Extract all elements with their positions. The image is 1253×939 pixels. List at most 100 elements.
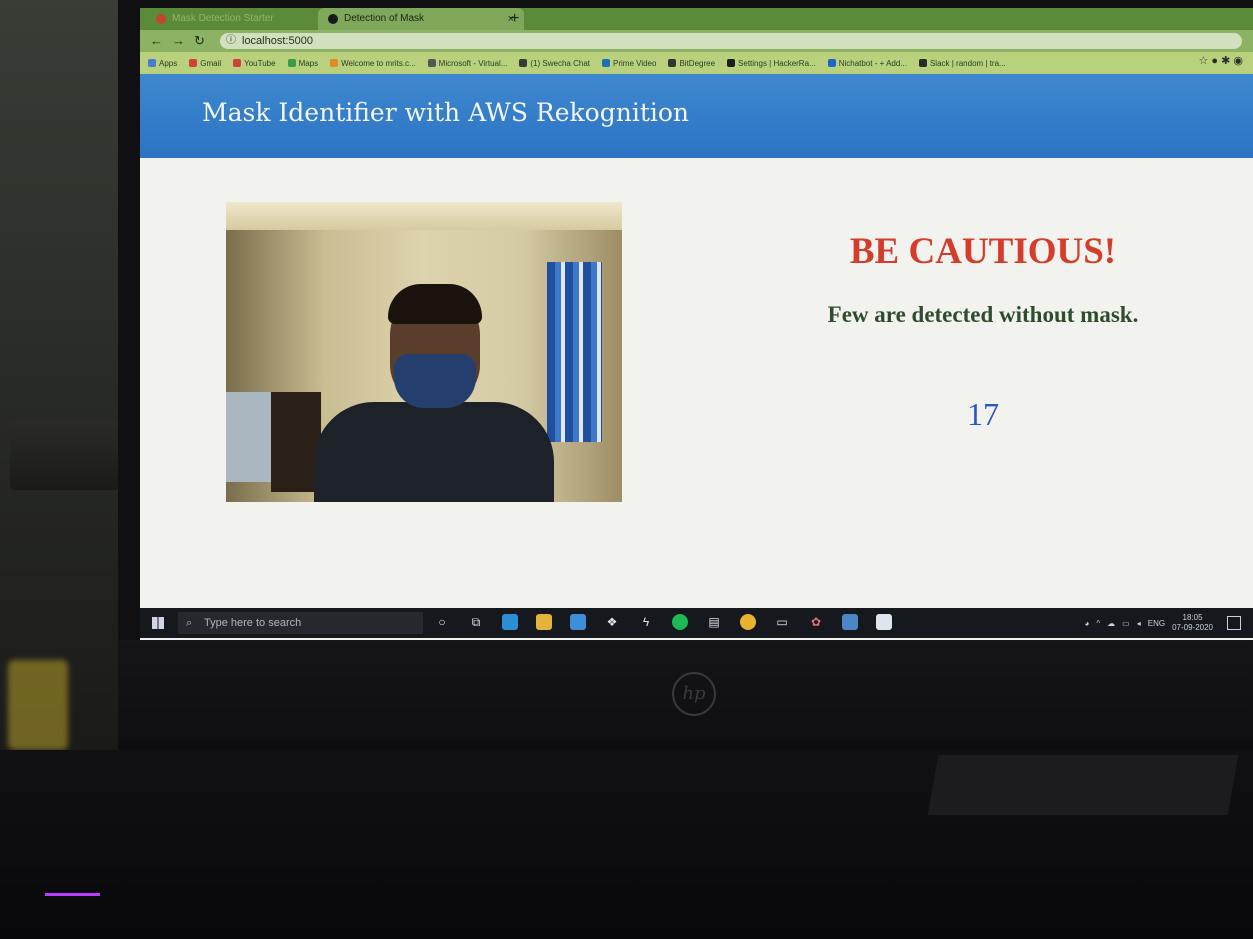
site-header: Mask Identifier with AWS Rekognition — [140, 74, 1253, 158]
curtain — [547, 262, 602, 442]
bookmark-item[interactable]: YouTube — [233, 58, 276, 68]
bookmark-item[interactable]: Apps — [148, 59, 177, 68]
file-explorer-icon[interactable] — [536, 614, 552, 630]
bookmark-item[interactable]: Slack | random | tra... — [918, 58, 1006, 68]
system-tray: ◕ ^ ☁ ▭ ◂ ENG 18:05 07-09-2020 — [1085, 608, 1213, 638]
bookmark-item[interactable]: Gmail — [189, 59, 221, 68]
notes-icon[interactable] — [842, 614, 858, 630]
bookmark-label: Prime Video — [613, 58, 657, 68]
bookmark-icon — [668, 59, 677, 67]
face-mask — [394, 354, 476, 408]
desk-item — [927, 755, 1239, 815]
battery-icon[interactable]: ▭ — [1122, 619, 1130, 628]
tab-active[interactable]: Detection of Mask × — [318, 8, 524, 30]
bookmark-label: Microsoft - Virtual... — [438, 58, 508, 68]
bookmark-icon — [519, 59, 528, 67]
taskbar-apps: ○ ⧉ ❖ ϟ ▤ ▭ ✿ — [434, 614, 892, 630]
bookmark-item[interactable]: Nichatbot - + Add... — [827, 58, 907, 68]
hp-logo-icon: hp — [672, 672, 716, 716]
bookmark-label: Slack | random | tra... — [929, 58, 1006, 68]
bookmark-label: Maps — [298, 58, 319, 68]
bookmark-icon — [727, 59, 736, 67]
favicon-icon — [328, 14, 338, 24]
bookmark-item[interactable]: Microsoft - Virtual... — [427, 58, 508, 68]
bookmark-icon — [427, 59, 436, 67]
browser-actions: ☆ ● ✱ ◉ — [1198, 54, 1243, 67]
task-view-icon[interactable]: ⧉ — [468, 614, 484, 630]
star-icon[interactable]: ☆ — [1198, 55, 1208, 67]
page-title: Mask Identifier with AWS Rekognition — [202, 98, 690, 127]
extension-icon[interactable]: ● — [1211, 55, 1218, 67]
bookmark-icon — [602, 59, 611, 67]
bookmark-label: Welcome to mrits.c... — [341, 58, 416, 68]
spotify-icon[interactable] — [672, 614, 688, 630]
favicon-icon — [156, 14, 166, 24]
dropbox-icon[interactable]: ❖ — [604, 614, 620, 630]
volume-icon[interactable]: ◂ — [1137, 619, 1141, 628]
bookmark-item[interactable]: Prime Video — [602, 59, 656, 68]
search-placeholder: Type here to search — [204, 617, 302, 629]
document-icon[interactable] — [876, 614, 892, 630]
windows-taskbar: ⌕ Type here to search ○ ⧉ ❖ ϟ ▤ ▭ ✿ ◕ ^ … — [140, 608, 1253, 638]
bookmark-label: (1) Swecha Chat — [530, 58, 591, 68]
bookmark-icon — [189, 59, 198, 67]
edge-icon[interactable] — [502, 614, 518, 630]
purple-light — [45, 893, 100, 896]
bookmark-label: Gmail — [200, 58, 222, 68]
tab-inactive[interactable]: Mask Detection Starter × — [146, 8, 337, 30]
search-icon: ⌕ — [186, 617, 193, 629]
webcam-feed — [226, 202, 622, 502]
clock-time: 18:05 — [1182, 613, 1203, 622]
bookmark-label: YouTube — [244, 58, 276, 68]
alert-message: Few are detected without mask. — [827, 302, 1139, 327]
bookmark-item[interactable]: BitDegree — [668, 59, 715, 68]
language-indicator[interactable]: ENG — [1148, 619, 1165, 628]
chevron-up-icon[interactable]: ^ — [1096, 619, 1100, 628]
bookmark-item[interactable]: (1) Swecha Chat — [519, 59, 590, 68]
address-bar-row: ← → ↻ ⓘ localhost:5000 — [140, 30, 1253, 52]
taskbar-search[interactable]: ⌕ Type here to search — [178, 612, 423, 634]
desk — [0, 750, 1253, 939]
bookmark-item[interactable]: Welcome to mrits.c... — [330, 59, 416, 68]
terminal-icon[interactable]: ▭ — [774, 614, 790, 630]
bookmark-icon — [287, 59, 296, 67]
url-input[interactable]: ⓘ localhost:5000 — [220, 33, 1242, 49]
bookmark-label: Nichatbot - + Add... — [838, 58, 907, 68]
clock-date: 07-09-2020 — [1172, 623, 1213, 632]
info-icon: ⓘ — [226, 35, 236, 46]
windows-start-icon[interactable] — [152, 617, 164, 629]
forward-icon[interactable]: → — [172, 30, 185, 52]
store-icon[interactable] — [570, 614, 586, 630]
bookmark-label: Apps — [159, 58, 178, 68]
tab-label: Mask Detection Starter — [172, 13, 274, 24]
bookmarks-bar: Apps Gmail YouTube Maps Welcome to mrits.c..… — [140, 52, 1253, 74]
bookmark-icon — [148, 59, 156, 67]
clock[interactable]: 18:05 07-09-2020 — [1172, 613, 1213, 633]
network-icon[interactable]: ☁ — [1107, 619, 1115, 628]
tray-app-icon[interactable]: ◕ — [1085, 619, 1090, 628]
bookmark-label: BitDegree — [679, 58, 716, 68]
tab-label: Detection of Mask — [344, 13, 425, 24]
detection-count: 17 — [967, 396, 999, 432]
calculator-icon[interactable]: ▤ — [706, 614, 722, 630]
back-icon[interactable]: ← — [150, 30, 163, 52]
new-tab-button[interactable]: + — [510, 8, 519, 30]
bookmark-item[interactable]: Settings | HackerRa... — [727, 59, 816, 68]
bookmark-item[interactable]: Maps — [287, 58, 319, 68]
profile-icon[interactable]: ◉ — [1233, 55, 1243, 67]
notifications-icon[interactable] — [1227, 616, 1241, 630]
bookmark-label: Settings | HackerRa... — [738, 58, 816, 68]
cortana-icon[interactable]: ○ — [434, 614, 450, 630]
bookmark-icon — [330, 59, 339, 67]
reload-icon[interactable]: ↻ — [194, 30, 205, 52]
settings-icon[interactable]: ✿ — [808, 614, 824, 630]
lightning-icon[interactable]: ϟ — [638, 614, 654, 630]
chrome-icon[interactable] — [740, 614, 756, 630]
room-shelf — [10, 420, 120, 490]
bookmark-icon — [827, 59, 836, 67]
person-torso — [314, 402, 554, 502]
browser-tab-bar: Mask Detection Starter × Detection of Ma… — [140, 8, 1253, 30]
monitor-screen: Mask Detection Starter × Detection of Ma… — [140, 8, 1253, 640]
alert-heading: BE CAUTIOUS! — [849, 231, 1117, 272]
puzzle-icon[interactable]: ✱ — [1221, 55, 1230, 67]
